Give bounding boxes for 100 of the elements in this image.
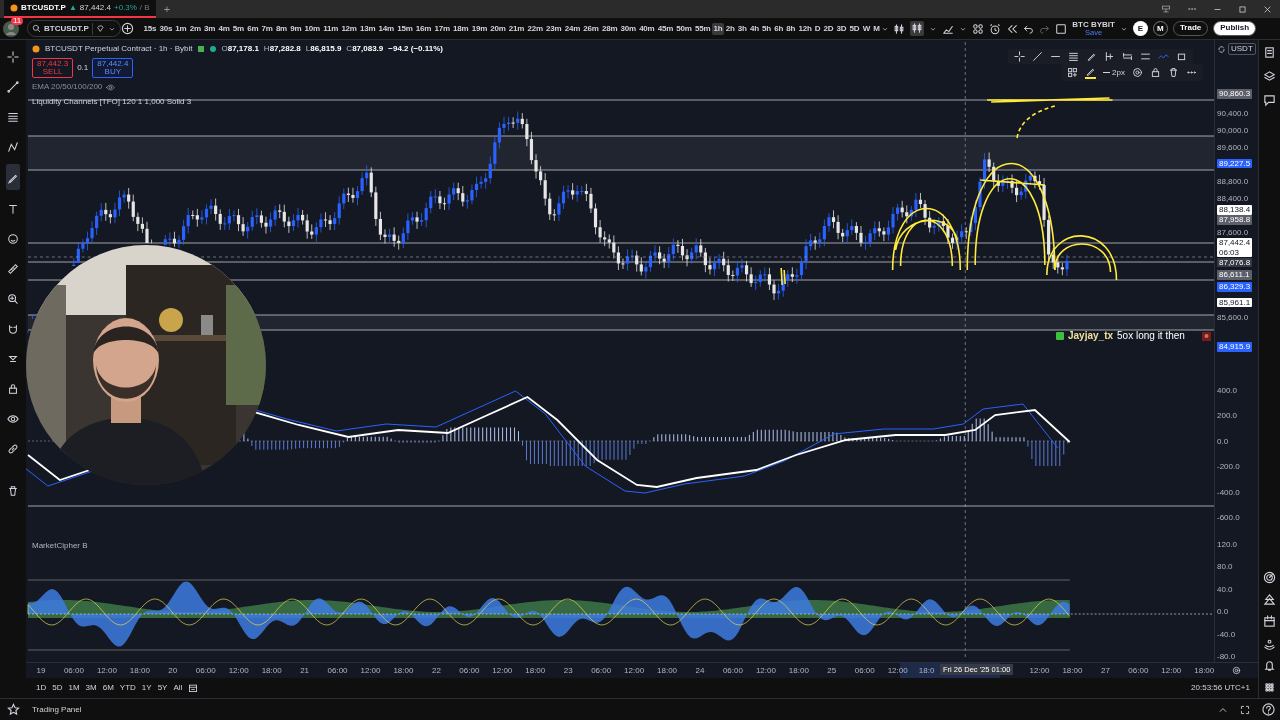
timeframe-button[interactable]: 30s bbox=[157, 22, 174, 35]
ohlc-value: H87,282.8 bbox=[263, 43, 301, 55]
timeframe-button[interactable]: 1h bbox=[711, 22, 725, 35]
timeframe-button[interactable]: 12m bbox=[339, 22, 359, 35]
timeframe-button[interactable]: 5m bbox=[231, 22, 246, 35]
time-label: 12:00 bbox=[360, 665, 381, 677]
timeframe-button[interactable]: 5h bbox=[760, 22, 773, 35]
indicator-label[interactable]: MarketCipher B bbox=[32, 540, 88, 552]
user-avatar[interactable]: E bbox=[1132, 21, 1148, 36]
timeframe-button[interactable]: 28m bbox=[600, 22, 619, 35]
timeframe-button[interactable]: 50m bbox=[674, 22, 694, 35]
range-button[interactable]: YTD bbox=[119, 682, 136, 694]
timeframe-button[interactable]: 55m bbox=[693, 22, 712, 35]
timeframe-button[interactable]: 20m bbox=[488, 22, 508, 35]
axis-label: 40.0 bbox=[1217, 584, 1233, 595]
timeframe-button[interactable]: 4m bbox=[216, 22, 232, 35]
time-label: 12:00 bbox=[492, 665, 513, 677]
timeframe-button[interactable]: 9m bbox=[288, 22, 303, 35]
timeframe-button[interactable]: 8h bbox=[784, 22, 797, 35]
new-tab-button[interactable]: + bbox=[163, 0, 171, 18]
timeframe-button[interactable]: 4h bbox=[748, 22, 761, 35]
timeframe-button[interactable]: M bbox=[871, 22, 882, 35]
user-avatar[interactable]: M bbox=[1152, 21, 1168, 36]
time-label: 18:00 bbox=[393, 665, 414, 677]
quantity: 0.1 bbox=[77, 62, 89, 74]
timeframe-button[interactable]: 11m bbox=[321, 22, 340, 35]
time-label: 12:00 bbox=[1029, 665, 1050, 677]
price-label: 86,611.1 bbox=[1217, 270, 1252, 280]
timeframe-button[interactable]: 5D bbox=[848, 22, 862, 35]
timeframe-button[interactable]: 7m bbox=[259, 22, 275, 35]
timeframe-button[interactable]: 13m bbox=[358, 22, 377, 35]
timeframe-button[interactable]: 18m bbox=[451, 22, 471, 35]
indicator-label[interactable]: Liquidity Channels [TFO] 120 1 1,000 Solid 3 bbox=[32, 96, 192, 108]
currency-dropdown[interactable]: USDT bbox=[1228, 43, 1256, 55]
trading-panel-tab[interactable]: Trading Panel bbox=[26, 703, 82, 716]
publish-button[interactable]: Publish bbox=[1213, 21, 1257, 36]
timeframe-button[interactable]: 14m bbox=[377, 22, 396, 35]
range-button[interactable]: 1M bbox=[68, 682, 80, 694]
timeframe-button[interactable]: 30m bbox=[618, 22, 638, 35]
timeframe-button[interactable]: 3h bbox=[736, 22, 749, 35]
time-label: 06:00 bbox=[854, 665, 875, 677]
price-label: 87,600.0 bbox=[1217, 228, 1249, 238]
timeframe-button[interactable]: 17m bbox=[432, 22, 452, 35]
axis-label: -400.0 bbox=[1217, 487, 1240, 498]
range-button[interactable]: 5D bbox=[52, 682, 63, 694]
time-label: 23 bbox=[563, 665, 573, 677]
timeframe-button[interactable]: 2m bbox=[188, 22, 203, 35]
price-change: −94.2 (−0.11%) bbox=[388, 43, 443, 55]
range-button[interactable]: 3M bbox=[85, 682, 97, 694]
timeframe-button[interactable]: 15m bbox=[395, 22, 415, 35]
timeframe-button[interactable]: 15s bbox=[141, 22, 158, 35]
timeframe-button[interactable]: 8m bbox=[274, 22, 289, 35]
timeframe-button[interactable]: 19m bbox=[470, 22, 489, 35]
timeframe-button[interactable]: 1m bbox=[173, 22, 189, 35]
timeframe-button[interactable]: 16m bbox=[414, 22, 433, 35]
time-label: 18:00 bbox=[657, 665, 678, 677]
browser-tab[interactable]: BTCUSDT.P ▲ 87,442.4 +0.3% / B bbox=[4, 0, 156, 18]
timeframe-button[interactable]: 21m bbox=[507, 22, 526, 35]
axis-label: 80.0 bbox=[1217, 562, 1233, 572]
timeframe-button[interactable]: 10m bbox=[303, 22, 322, 35]
timeframe-button[interactable]: 6m bbox=[245, 22, 260, 35]
time-label: 24 bbox=[695, 665, 705, 677]
layout-name[interactable]: BTC BYBIT bbox=[1072, 20, 1115, 29]
price-label: 88,400.0 bbox=[1217, 194, 1249, 204]
timeframe-button[interactable]: 3m bbox=[202, 22, 217, 35]
timeframe-button[interactable]: 23m bbox=[544, 22, 564, 35]
timeframe-button[interactable]: 12h bbox=[796, 22, 814, 35]
ohlc-value: O87,178.1 bbox=[221, 43, 259, 55]
timeframe-button[interactable]: W bbox=[861, 22, 872, 35]
range-button[interactable]: 1Y bbox=[141, 682, 152, 694]
timeframe-button[interactable]: 45m bbox=[656, 22, 675, 35]
time-label: 27 bbox=[1100, 665, 1110, 677]
timeframe-button[interactable]: 40m bbox=[637, 22, 657, 35]
trade-button[interactable]: Trade bbox=[1172, 21, 1209, 36]
price-label: 84,915.9 bbox=[1217, 342, 1253, 352]
time-label: 12:00 bbox=[1161, 665, 1182, 677]
timeframe-button[interactable]: 3D bbox=[835, 22, 848, 35]
timeframe-button[interactable]: 26m bbox=[581, 22, 601, 35]
price-label: 87,076.8 bbox=[1217, 257, 1253, 267]
range-button[interactable]: 6M bbox=[102, 682, 114, 694]
buy-button[interactable]: 87,442.4 BUY bbox=[92, 58, 134, 78]
timeframe-button[interactable]: 24m bbox=[563, 22, 582, 35]
range-button[interactable]: All bbox=[173, 682, 183, 694]
time-label: 06:00 bbox=[195, 665, 216, 677]
sell-button[interactable]: 87,442.3 SELL bbox=[32, 58, 74, 78]
symbol-title[interactable]: BTCUSDT Perpetual Contract · 1h · Bybit bbox=[45, 43, 193, 55]
timeframe-button[interactable]: D bbox=[813, 22, 822, 35]
indicator-label[interactable]: EMA 20/50/100/200 bbox=[32, 81, 103, 93]
clock: 20:53:56 UTC+1 bbox=[1191, 682, 1250, 694]
timeframe-button[interactable]: 6h bbox=[772, 22, 785, 35]
line-width[interactable]: 2px bbox=[1103, 66, 1125, 79]
range-button[interactable]: 5Y bbox=[157, 682, 168, 694]
timeframe-button[interactable]: 2h bbox=[724, 22, 737, 35]
range-button[interactable]: 1D bbox=[36, 682, 47, 694]
price-label: 90,400.0 bbox=[1217, 109, 1249, 119]
timeframe-button[interactable]: 2D bbox=[822, 22, 835, 35]
time-label: 06:00 bbox=[327, 665, 348, 677]
timeframe-button[interactable]: 22m bbox=[525, 22, 545, 35]
time-label: 18:0 bbox=[918, 665, 935, 677]
time-label: 22 bbox=[431, 665, 441, 677]
